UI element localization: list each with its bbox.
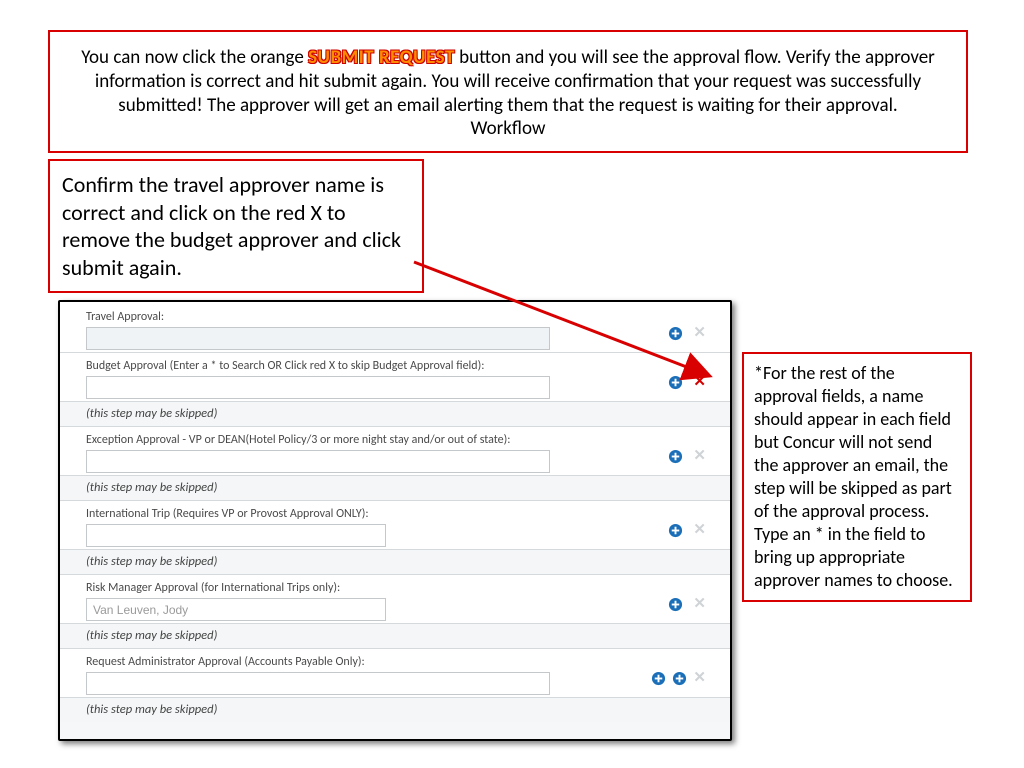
remove-icon-disabled: ✕ [693, 449, 706, 464]
skip-note-admin: (this step may be skipped) [60, 698, 730, 722]
label-travel-approval: Travel Approval: [86, 310, 720, 324]
label-risk-manager: Risk Manager Approval (for International… [86, 581, 720, 595]
instruction-workflow-label: Workflow [66, 117, 950, 141]
add-approver-icon[interactable] [668, 449, 683, 464]
label-exception-approval: Exception Approval - VP or DEAN(Hotel Po… [86, 433, 720, 447]
section-request-admin: Request Administrator Approval (Accounts… [60, 649, 730, 698]
remove-icon-disabled: ✕ [693, 523, 706, 538]
section-exception-approval: Exception Approval - VP or DEAN(Hotel Po… [60, 427, 730, 476]
section-risk-manager: Risk Manager Approval (for International… [60, 575, 730, 624]
approval-flow-panel: Travel Approval: ✕ Budget Approval (Ente… [58, 300, 732, 741]
submit-request-emphasis: SUBMIT REQUEST [308, 46, 455, 69]
input-travel-approval[interactable] [86, 327, 550, 350]
skip-note-international: (this step may be skipped) [60, 550, 730, 575]
label-request-admin: Request Administrator Approval (Accounts… [86, 655, 720, 669]
skip-note-budget: (this step may be skipped) [60, 402, 730, 427]
side-note-text: *For the rest of the approval fields, a … [754, 362, 953, 591]
input-budget-approval[interactable] [86, 376, 550, 399]
skip-note-exception: (this step may be skipped) [60, 476, 730, 501]
add-approver-icon[interactable] [668, 326, 683, 341]
add-approver-icon[interactable] [651, 671, 666, 686]
input-exception-approval[interactable] [86, 450, 550, 473]
add-approver-icon[interactable] [668, 523, 683, 538]
remove-icon[interactable]: ✕ [693, 375, 706, 390]
remove-icon-disabled: ✕ [693, 597, 706, 612]
section-budget-approval: Budget Approval (Enter a * to Search OR … [60, 353, 730, 402]
add-approver-icon[interactable] [668, 597, 683, 612]
remove-icon-disabled: ✕ [693, 671, 706, 686]
skip-note-risk: (this step may be skipped) [60, 624, 730, 649]
side-note-box: *For the rest of the approval fields, a … [742, 352, 972, 602]
instruction-text-1: You can now click the orange [81, 46, 308, 69]
input-risk-manager[interactable] [86, 598, 386, 621]
section-international-trip: International Trip (Requires VP or Provo… [60, 501, 730, 550]
add-approver-icon[interactable] [668, 375, 683, 390]
confirm-callout-box: Confirm the travel approver name is corr… [48, 159, 424, 293]
section-travel-approval: Travel Approval: ✕ [60, 302, 730, 353]
input-international-trip[interactable] [86, 524, 386, 547]
add-approver-icon[interactable] [672, 671, 687, 686]
instruction-top-box: You can now click the orange SUBMIT REQU… [48, 30, 968, 153]
remove-icon-disabled: ✕ [693, 326, 706, 341]
input-request-admin[interactable] [86, 672, 550, 695]
label-international-trip: International Trip (Requires VP or Provo… [86, 507, 720, 521]
confirm-text: Confirm the travel approver name is corr… [62, 171, 401, 281]
label-budget-approval: Budget Approval (Enter a * to Search OR … [86, 359, 720, 373]
